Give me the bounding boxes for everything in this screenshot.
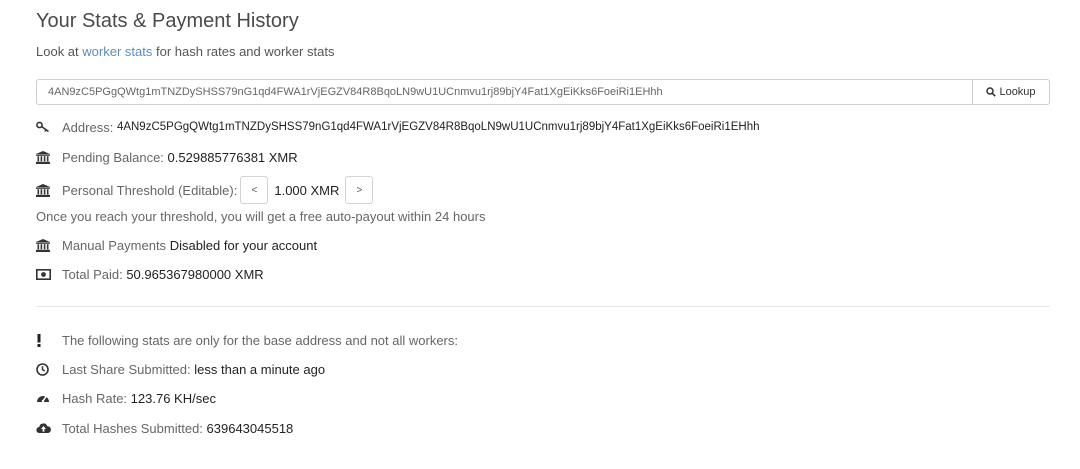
exclamation-icon — [36, 332, 52, 348]
hash-rate-row: Hash Rate: 123.76 KH/sec — [36, 388, 216, 408]
money-icon — [36, 266, 52, 282]
address-row: Address: 4AN9zC5PGgQWtg1mTNZDySHSS79nG1q… — [36, 117, 760, 137]
total-paid-value: 50.965367980000 XMR — [126, 266, 264, 282]
lookup-form: 4AN9zC5PGgQWtg1mTNZDySHSS79nG1qd4FWA1rVj… — [36, 79, 1050, 105]
page-subtitle: Look at worker stats for hash rates and … — [36, 44, 334, 59]
hash-rate-value: 123.76 KH/sec — [130, 390, 216, 406]
threshold-row: Personal Threshold (Editable): < 1.000 X… — [36, 176, 376, 204]
address-label: Address: — [62, 119, 114, 135]
section-divider — [36, 306, 1050, 307]
pending-balance-value: 0.529885776381 XMR — [167, 149, 298, 165]
search-icon — [986, 87, 997, 97]
last-share-row: Last Share Submitted: less than a minute… — [36, 359, 325, 379]
key-icon — [36, 119, 52, 135]
threshold-note-text: Once you reach your threshold, you will … — [36, 208, 486, 224]
cloud-upload-icon — [36, 420, 52, 436]
subtitle-suffix: for hash rates and worker stats — [155, 44, 335, 59]
page-title: Your Stats & Payment History — [36, 10, 299, 32]
lookup-button-label: Lookup — [999, 86, 1036, 98]
base-address-notice: The following stats are only for the bas… — [62, 332, 458, 348]
address-input[interactable]: 4AN9zC5PGgQWtg1mTNZDySHSS79nG1qd4FWA1rVj… — [36, 79, 972, 105]
manual-payments-row: Manual Payments Disabled for your accoun… — [36, 235, 317, 255]
clock-icon — [36, 361, 52, 377]
pending-balance-label: Pending Balance: — [62, 149, 164, 165]
threshold-note: Once you reach your threshold, you will … — [36, 206, 485, 226]
total-hashes-row: Total Hashes Submitted: 639643045518 — [36, 418, 293, 438]
worker-stats-link[interactable]: worker stats — [82, 44, 152, 59]
manual-payments-label: Manual Payments — [62, 237, 167, 253]
total-paid-label: Total Paid: — [62, 266, 123, 282]
hash-rate-label: Hash Rate: — [62, 390, 128, 406]
bank-icon — [36, 182, 52, 198]
total-hashes-value: 639643045518 — [206, 420, 294, 436]
threshold-label: Personal Threshold (Editable): — [62, 182, 238, 198]
threshold-decrease-button[interactable]: < — [240, 176, 269, 204]
address-value: 4AN9zC5PGgQWtg1mTNZDySHSS79nG1qd4FWA1rVj… — [116, 121, 760, 133]
manual-payments-value: Disabled for your account — [169, 237, 318, 253]
dashboard-icon — [36, 390, 52, 406]
subtitle-prefix: Look at — [36, 44, 79, 59]
lookup-button[interactable]: Lookup — [972, 79, 1050, 105]
bank-icon — [36, 149, 52, 165]
total-paid-row: Total Paid: 50.965367980000 XMR — [36, 264, 264, 284]
last-share-value: less than a minute ago — [194, 361, 326, 377]
bank-icon — [36, 237, 52, 253]
last-share-label: Last Share Submitted: — [62, 361, 191, 377]
pending-balance-row: Pending Balance: 0.529885776381 XMR — [36, 147, 298, 167]
base-address-notice-row: The following stats are only for the bas… — [36, 330, 458, 350]
threshold-value: 1.000 XMR — [274, 182, 340, 198]
threshold-increase-button[interactable]: > — [345, 176, 374, 204]
total-hashes-label: Total Hashes Submitted: — [62, 420, 203, 436]
